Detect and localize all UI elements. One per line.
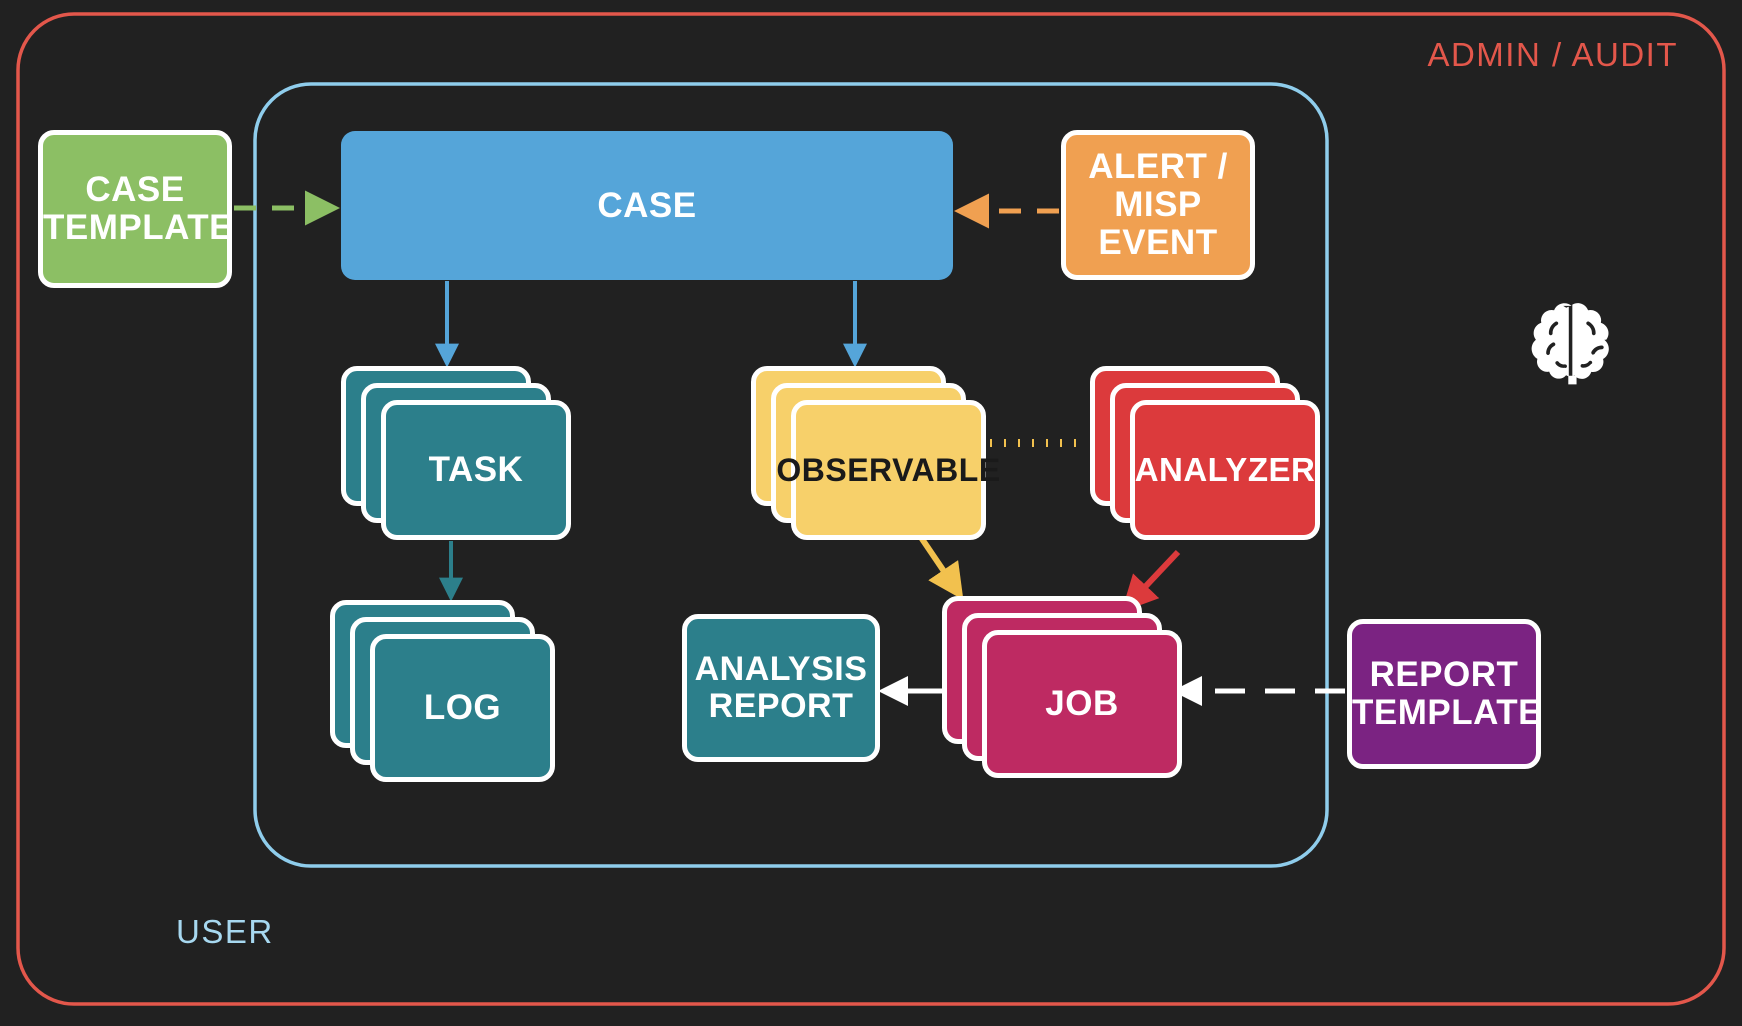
node-task[interactable]: TASK — [341, 366, 571, 540]
node-label-log: LOG — [423, 688, 502, 728]
node-label-case-template: CASE TEMPLATE — [43, 170, 234, 247]
node-label-report-template: REPORT TEMPLATE — [1352, 655, 1543, 732]
node-label-task: TASK — [428, 450, 524, 490]
brain-icon — [1531, 303, 1609, 385]
frame-label-admin-audit: ADMIN / AUDIT — [1427, 36, 1678, 73]
node-report-template[interactable]: REPORT TEMPLATE — [1347, 619, 1543, 769]
node-alert-misp-event[interactable]: ALERT / MISP EVENT — [1061, 130, 1255, 280]
node-analyzer[interactable]: ANALYZER — [1090, 366, 1320, 540]
node-label-analysis-report: ANALYSIS REPORT — [694, 650, 868, 725]
node-label-case: CASE — [597, 185, 697, 225]
job-card-front[interactable]: JOB — [982, 630, 1182, 778]
node-case-template[interactable]: CASE TEMPLATE — [38, 130, 234, 288]
analyzer-card-front[interactable]: ANALYZER — [1130, 400, 1320, 540]
diagram-canvas: CASE (green dashed) --> CASE (orange das… — [0, 0, 1742, 1026]
node-log[interactable]: LOG — [330, 600, 555, 782]
node-label-observable: OBSERVABLE — [776, 451, 1001, 488]
log-card-front[interactable]: LOG — [370, 634, 555, 782]
node-observable[interactable]: OBSERVABLE — [751, 366, 1000, 540]
node-label-job: JOB — [1045, 684, 1119, 724]
frame-label-user: USER — [176, 913, 274, 950]
node-label-alert-misp-event: ALERT / MISP EVENT — [1088, 147, 1228, 262]
node-label-analyzer: ANALYZER — [1134, 451, 1316, 489]
observable-card-front[interactable]: OBSERVABLE — [776, 400, 1000, 540]
edge-observable-to-job — [915, 531, 964, 600]
task-card-front[interactable]: TASK — [381, 400, 571, 540]
node-case[interactable]: CASE — [341, 131, 953, 280]
node-job[interactable]: JOB — [942, 596, 1182, 778]
node-analysis-report[interactable]: ANALYSIS REPORT — [682, 614, 880, 762]
